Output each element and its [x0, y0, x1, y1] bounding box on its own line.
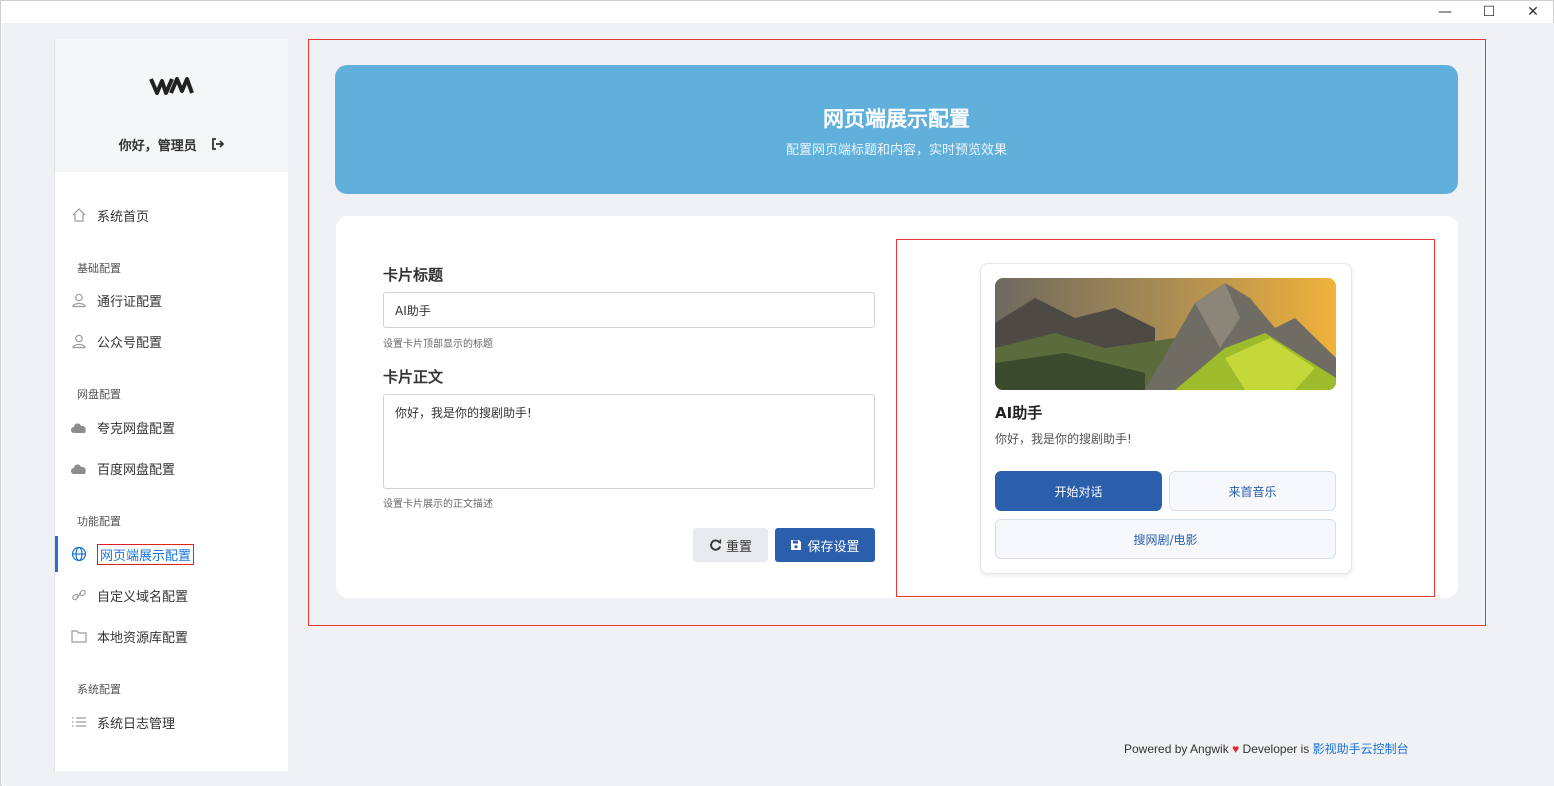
play-music-button[interactable]: 来首音乐	[1169, 471, 1336, 511]
nav-group-sys: 系统配置	[77, 683, 121, 696]
app-window: — ☐ ✕ 你好，管理员 系统首页 基础配置 通行证配置 公众号配置 网盘配置 …	[0, 0, 1554, 786]
link-icon	[69, 585, 89, 605]
save-icon	[791, 540, 802, 550]
minimize-icon[interactable]: —	[1433, 3, 1457, 21]
sidebar-item-label: 系统日志管理	[97, 716, 176, 732]
cloud-icon	[69, 458, 89, 478]
folder-icon	[69, 626, 89, 646]
sidebar-item-quark[interactable]: 夸克网盘配置	[55, 409, 288, 445]
sidebar-item-label: 通行证配置	[97, 294, 163, 310]
logo-icon	[149, 77, 194, 95]
globe-icon	[69, 544, 89, 564]
save-button[interactable]: 保存设置	[775, 528, 875, 562]
footer-middle: Developer is	[1242, 742, 1310, 756]
page-title: 网页端展示配置	[823, 107, 970, 131]
preview-body: 你好，我是你的搜剧助手!	[995, 432, 1132, 446]
card-title-input[interactable]	[383, 292, 875, 328]
title-bar: — ☐ ✕	[1, 1, 1553, 23]
card-body-label: 卡片正文	[383, 368, 444, 386]
card-body-textarea[interactable]: 你好，我是你的搜剧助手!	[383, 394, 875, 489]
home-icon	[69, 205, 89, 225]
logout-icon[interactable]	[211, 138, 225, 154]
sidebar-header: 你好，管理员	[55, 39, 288, 172]
cloud-icon	[69, 417, 89, 437]
nav-group-basic: 基础配置	[77, 262, 121, 275]
sidebar-item-label: 系统首页	[97, 209, 150, 225]
sidebar-item-web[interactable]: 网页端展示配置	[55, 536, 288, 572]
sidebar-item-pass[interactable]: 通行证配置	[55, 282, 288, 318]
sidebar-item-label: 夸克网盘配置	[97, 421, 176, 437]
sidebar: 你好，管理员 系统首页 基础配置 通行证配置 公众号配置 网盘配置 夸克网盘配置…	[54, 39, 288, 771]
save-button-label: 保存设置	[807, 539, 860, 555]
sidebar-item-log[interactable]: 系统日志管理	[55, 704, 288, 740]
user-icon	[69, 290, 89, 310]
sidebar-item-baidu[interactable]: 百度网盘配置	[55, 450, 288, 486]
sidebar-item-label: 网页端展示配置	[97, 543, 195, 565]
user-icon	[69, 331, 89, 351]
user-greeting: 你好，管理员	[55, 135, 288, 154]
preview-title: AI助手	[995, 404, 1043, 422]
footer: Powered by Angwik ♥ Developer is 影视助手云控制…	[1124, 740, 1409, 757]
sidebar-item-domain[interactable]: 自定义域名配置	[55, 577, 288, 613]
sidebar-item-wechat[interactable]: 公众号配置	[55, 323, 288, 359]
page-subtitle: 配置网页端标题和内容，实时预览效果	[785, 143, 1007, 158]
sidebar-item-label: 本地资源库配置	[97, 630, 189, 646]
sidebar-item-home[interactable]: 系统首页	[55, 197, 288, 233]
list-icon	[69, 712, 89, 732]
search-drama-button[interactable]: 搜网剧/电影	[995, 519, 1336, 559]
nav-group-disk: 网盘配置	[77, 388, 121, 401]
greeting-text: 你好，管理员	[118, 139, 197, 154]
sidebar-item-label: 百度网盘配置	[97, 462, 176, 478]
page-banner: 网页端展示配置 配置网页端标题和内容，实时预览效果	[335, 65, 1458, 194]
sidebar-item-label: 公众号配置	[97, 335, 163, 351]
sidebar-item-local[interactable]: 本地资源库配置	[55, 618, 288, 654]
reset-button-label: 重置	[725, 539, 752, 555]
heart-icon: ♥	[1232, 742, 1240, 756]
footer-prefix: Powered by Angwik	[1124, 742, 1229, 756]
close-icon[interactable]: ✕	[1521, 3, 1545, 21]
maximize-icon[interactable]: ☐	[1477, 3, 1501, 21]
preview-image	[995, 278, 1336, 390]
card-title-label: 卡片标题	[383, 266, 444, 284]
card-title-help: 设置卡片顶部显示的标题	[383, 339, 493, 350]
card-body-help: 设置卡片展示的正文描述	[383, 499, 493, 510]
sidebar-item-label: 自定义域名配置	[97, 589, 189, 605]
refresh-icon	[710, 538, 722, 551]
nav-group-func: 功能配置	[77, 515, 121, 528]
reset-button[interactable]: 重置	[693, 528, 768, 562]
footer-link[interactable]: 影视助手云控制台	[1313, 742, 1409, 756]
start-chat-button[interactable]: 开始对话	[995, 471, 1162, 511]
